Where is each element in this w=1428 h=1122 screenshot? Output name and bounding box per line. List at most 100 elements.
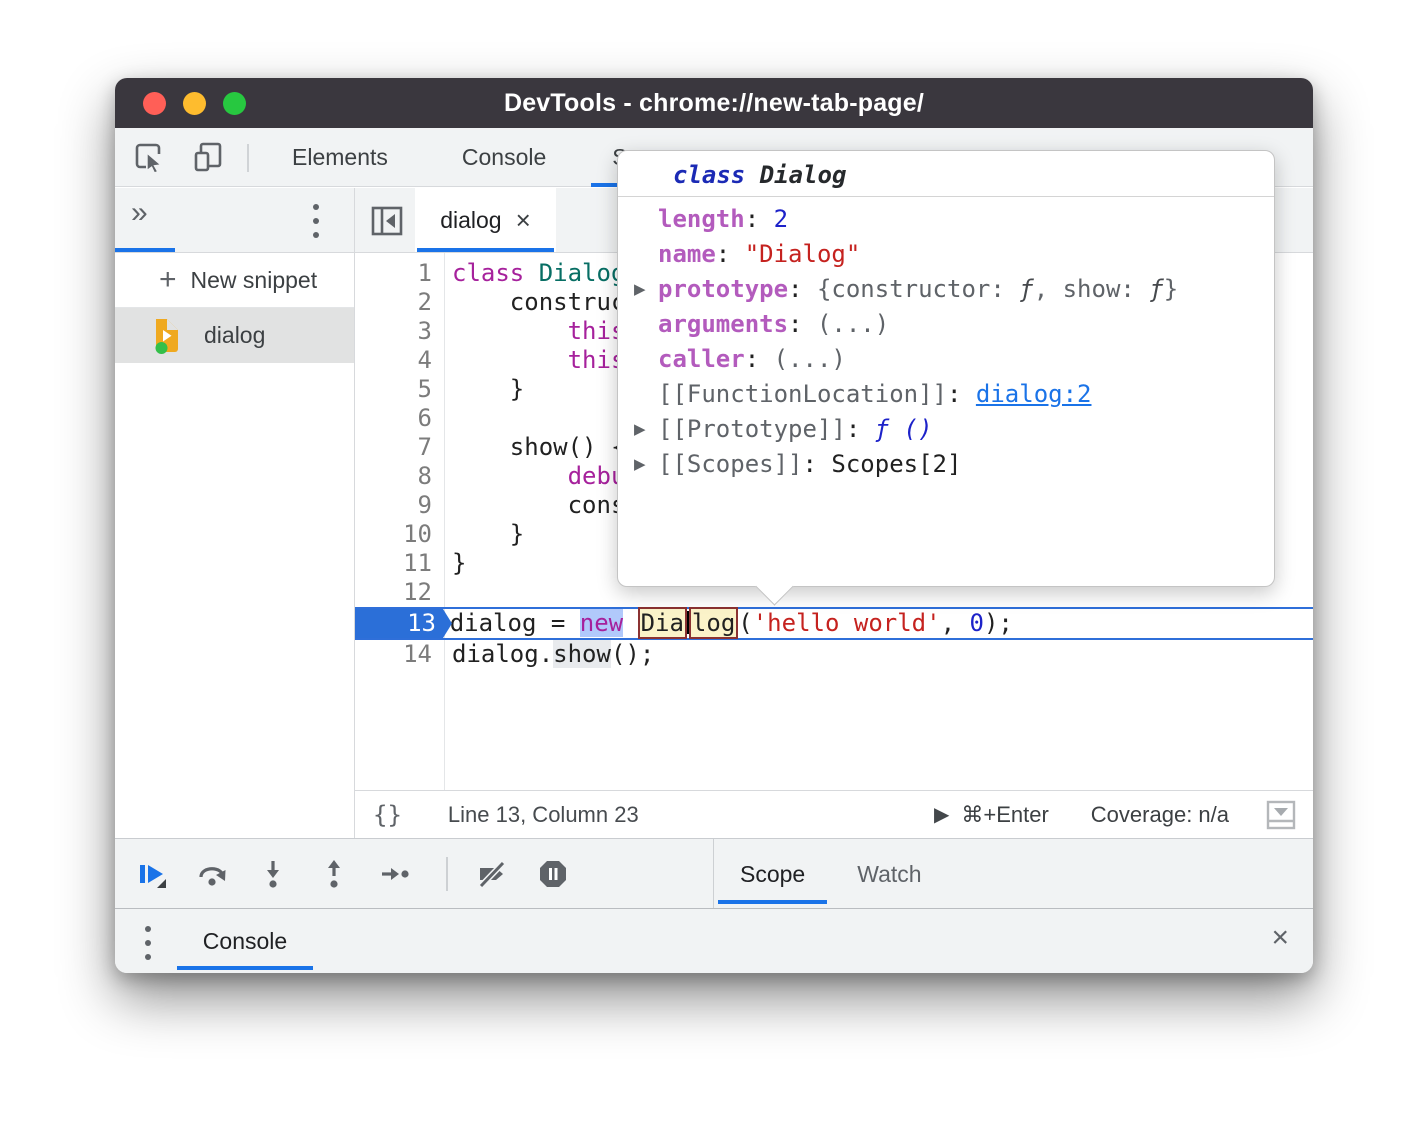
code-token <box>452 317 568 345</box>
code-token: [[Prototype]] <box>658 415 846 443</box>
line-number[interactable]: 6 <box>355 404 444 433</box>
property-row: caller: (...) <box>618 342 1274 377</box>
close-tab-icon[interactable]: × <box>516 207 531 233</box>
pause-on-exceptions-icon[interactable] <box>537 858 569 890</box>
expand-triangle-icon[interactable]: ▶ <box>634 447 646 482</box>
code-token: ƒ <box>1149 275 1163 303</box>
inspect-icon[interactable] <box>133 141 165 173</box>
code-token: ( <box>738 609 752 637</box>
line-number[interactable]: 9 <box>355 491 444 520</box>
code-token: length <box>658 205 745 233</box>
drawer-tab-console[interactable]: Console <box>175 909 315 973</box>
code-token: 0 <box>969 609 983 637</box>
snippet-item-dialog[interactable]: dialog <box>115 308 354 363</box>
line-content[interactable]: const dialog = new Dialog('hello world',… <box>355 609 1013 638</box>
line-number[interactable]: 8 <box>355 462 444 491</box>
line-number[interactable]: 10 <box>355 520 444 549</box>
tab-watch[interactable]: Watch <box>831 839 947 909</box>
pretty-print-icon[interactable]: {} <box>373 801 402 829</box>
snippet-name: dialog <box>204 322 265 349</box>
line-content[interactable]: show() { <box>444 433 625 462</box>
minimize-window-button[interactable] <box>183 92 206 115</box>
toolbar-divider <box>446 857 448 891</box>
step-into-icon[interactable] <box>257 858 289 890</box>
code-token: show <box>553 640 611 668</box>
line-number[interactable]: 2 <box>355 288 444 317</box>
step-over-icon[interactable] <box>196 858 228 890</box>
new-snippet-button[interactable]: + New snippet <box>115 253 354 308</box>
device-toolbar-icon[interactable] <box>192 141 224 173</box>
line-content[interactable]: debu <box>444 462 625 491</box>
expand-triangle-icon[interactable]: ▶ <box>634 412 646 447</box>
tab-elements[interactable]: Elements <box>265 128 415 187</box>
line-content[interactable]: this <box>444 346 625 375</box>
object-preview-popup: class Dialog length: 2name: "Dialog"▶pro… <box>617 150 1275 587</box>
line-number[interactable]: 14 <box>355 640 444 669</box>
code-token: "Dialog" <box>745 240 861 268</box>
line-content[interactable]: } <box>444 549 466 578</box>
line-number[interactable]: 7 <box>355 433 444 462</box>
code-token: : <box>846 415 875 443</box>
active-nav-underline <box>115 248 175 252</box>
snippet-file-icon <box>151 317 182 354</box>
line-content[interactable]: } <box>444 375 524 404</box>
step-out-icon[interactable] <box>318 858 350 890</box>
line-content[interactable]: construc <box>444 288 625 317</box>
line-content[interactable]: class Dialog <box>444 259 625 288</box>
close-window-button[interactable] <box>143 92 166 115</box>
debugger-side-tabs: Scope Watch <box>714 839 948 909</box>
editor-status-bar: {} Line 13, Column 23 ▶ ⌘+Enter Coverage… <box>355 790 1313 838</box>
resume-script-icon[interactable] <box>135 858 167 890</box>
close-drawer-icon[interactable]: × <box>1271 923 1289 953</box>
code-token: (...) <box>774 345 846 373</box>
line-number[interactable]: 4 <box>355 346 444 375</box>
drawer-more-options-icon[interactable] <box>145 926 151 960</box>
code-token: dialog. <box>452 640 553 668</box>
run-snippet-icon[interactable]: ▶ <box>934 802 949 827</box>
tab-console[interactable]: Console <box>435 128 573 187</box>
line-content[interactable]: this <box>444 317 625 346</box>
deactivate-breakpoints-icon[interactable] <box>476 858 508 890</box>
code-token: Dialog <box>745 161 846 189</box>
code-token: cons <box>452 491 625 519</box>
line-number[interactable]: 1 <box>355 259 444 288</box>
line-content[interactable]: dialog.show(); <box>444 640 654 669</box>
function-location-link[interactable]: dialog:2 <box>976 380 1092 408</box>
sidebar-header: » <box>115 188 354 253</box>
zoom-window-button[interactable] <box>223 92 246 115</box>
traffic-lights <box>143 78 246 128</box>
code-token: : <box>745 345 774 373</box>
navigator-toggle-icon[interactable] <box>370 204 404 238</box>
execution-line-marker[interactable]: 13 <box>355 609 452 638</box>
line-content[interactable] <box>444 578 452 607</box>
line-number[interactable]: 5 <box>355 375 444 404</box>
code-token <box>524 259 538 287</box>
code-token: prototype <box>658 275 788 303</box>
code-token: } <box>1164 275 1178 303</box>
code-token: : <box>803 450 832 478</box>
step-icon[interactable] <box>379 858 411 890</box>
sidebar-more-options-icon[interactable] <box>313 204 319 238</box>
editor-tab-label: dialog <box>440 207 501 234</box>
line-number[interactable]: 11 <box>355 549 444 578</box>
line-number[interactable]: 12 <box>355 578 444 607</box>
line-content[interactable]: cons <box>444 491 625 520</box>
expand-tabs-icon[interactable]: » <box>131 196 148 230</box>
tab-scope[interactable]: Scope <box>714 839 831 909</box>
expand-triangle-icon[interactable]: ▶ <box>634 272 646 307</box>
code-token: show() { <box>452 433 625 461</box>
code-token: [[FunctionLocation]] <box>658 380 947 408</box>
line-content[interactable]: } <box>444 520 524 549</box>
property-row: length: 2 <box>618 202 1274 237</box>
execution-line[interactable]: 13const dialog = new Dialog('hello world… <box>355 607 1313 640</box>
code-token: new <box>580 609 623 637</box>
drawer-expand-icon[interactable] <box>1265 798 1297 832</box>
code-token: construc <box>452 288 625 316</box>
line-number[interactable]: 3 <box>355 317 444 346</box>
line-content[interactable] <box>444 404 452 433</box>
editor-tab-dialog[interactable]: dialog × <box>415 188 556 252</box>
property-row: ▶prototype: {constructor: ƒ, show: ƒ} <box>618 272 1274 307</box>
code-line[interactable]: 14dialog.show(); <box>355 640 1313 669</box>
snippets-sidebar: » + New snippet dialog <box>115 188 355 838</box>
new-snippet-label: New snippet <box>191 267 318 294</box>
